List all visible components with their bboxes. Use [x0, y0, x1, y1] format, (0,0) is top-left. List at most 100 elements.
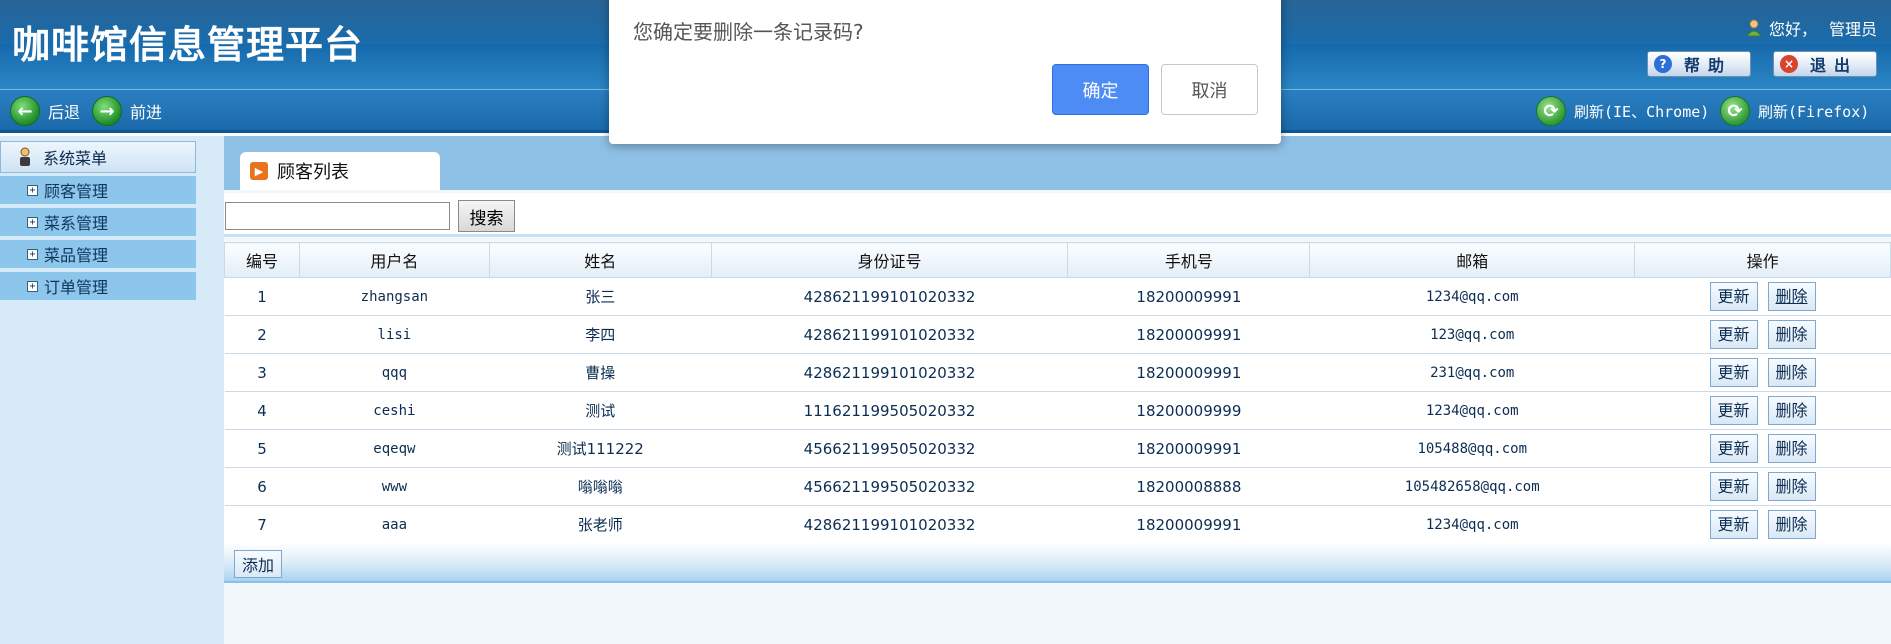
cell-idcard: 428621199101020332 [711, 315, 1068, 354]
table-header-row: 编号 用户名 姓名 身份证号 手机号 邮箱 操作 [224, 242, 1891, 278]
update-button[interactable]: 更新 [1709, 510, 1758, 539]
cell-name: 嗡嗡嗡 [489, 467, 712, 506]
cell-email: 1234@qq.com [1309, 277, 1635, 316]
cell-id: 4 [224, 391, 300, 430]
cell-id: 7 [224, 505, 300, 544]
cell-name: 测试111222 [489, 429, 712, 468]
cell-idcard: 428621199101020332 [711, 277, 1068, 316]
cell-email: 231@qq.com [1309, 353, 1635, 392]
cell-username: www [299, 467, 490, 506]
cell-email: 123@qq.com [1309, 315, 1635, 354]
cell-name: 张三 [489, 277, 712, 316]
refresh-ie-button[interactable]: ⟳ 刷新(IE、Chrome) [1536, 96, 1709, 126]
cell-idcard: 456621199505020332 [711, 467, 1068, 506]
cell-phone: 18200009991 [1067, 505, 1310, 544]
cell-name: 测试 [489, 391, 712, 430]
sidebar: 系统菜单 + 顾客管理 + 菜系管理 + 菜品管理 + 订单管理 [0, 136, 224, 644]
cell-actions: 更新 删除 [1634, 315, 1891, 354]
refresh-firefox-button[interactable]: ⟳ 刷新(Firefox) [1720, 96, 1869, 126]
update-button[interactable]: 更新 [1709, 282, 1758, 311]
refresh-icon: ⟳ [1536, 96, 1566, 126]
cell-phone: 18200009991 [1067, 353, 1310, 392]
close-icon: × [1780, 55, 1798, 73]
delete-button[interactable]: 删除 [1767, 396, 1816, 425]
tab-strip: ▶ 顾客列表 [224, 136, 1891, 190]
cell-idcard: 428621199101020332 [711, 353, 1068, 392]
column-header: 用户名 [298, 242, 490, 278]
forward-label: 前进 [130, 103, 163, 122]
cell-username: eqeqw [299, 429, 490, 468]
help-label: 帮助 [1684, 56, 1733, 75]
back-label: 后退 [48, 103, 81, 122]
cell-actions: 更新 删除 [1634, 505, 1891, 544]
logout-button[interactable]: × 退出 [1773, 51, 1877, 77]
back-button[interactable]: ← 后退 [10, 96, 80, 126]
app-window: 咖啡馆信息管理平台 您好， 管理员 ? 帮助 × 退出 ← 后退 → 前进 ⟳ … [0, 0, 1891, 644]
add-button[interactable]: 添加 [234, 550, 282, 578]
update-button[interactable]: 更新 [1709, 472, 1758, 501]
table-row: 4 ceshi 测试 111621199505020332 1820000999… [224, 391, 1891, 430]
confirm-cancel-button[interactable]: 取消 [1161, 64, 1258, 115]
sidebar-item-dishes[interactable]: + 菜品管理 [0, 240, 196, 270]
cell-name: 张老师 [489, 505, 712, 544]
delete-button[interactable]: 删除 [1767, 282, 1816, 311]
sidebar-item-orders[interactable]: + 订单管理 [0, 272, 196, 302]
delete-label: 删除 [1775, 287, 1808, 306]
header-buttons: ? 帮助 × 退出 [1647, 51, 1877, 77]
sidebar-menu-title[interactable]: 系统菜单 [0, 141, 196, 173]
delete-button[interactable]: 删除 [1767, 320, 1816, 349]
expand-icon: + [27, 216, 38, 228]
cell-username: lisi [299, 315, 490, 354]
cell-name: 李四 [489, 315, 712, 354]
cell-phone: 18200009991 [1067, 315, 1310, 354]
cell-phone: 18200009991 [1067, 429, 1310, 468]
play-icon: ▶ [250, 162, 268, 180]
cell-idcard: 111621199505020332 [711, 391, 1068, 430]
expand-icon: + [27, 280, 38, 292]
update-button[interactable]: 更新 [1709, 396, 1758, 425]
cell-username: qqq [299, 353, 490, 392]
update-button[interactable]: 更新 [1709, 320, 1758, 349]
sidebar-item-customers[interactable]: + 顾客管理 [0, 176, 196, 206]
cell-name: 曹操 [489, 353, 712, 392]
sidebar-item-label: 菜品管理 [44, 246, 109, 265]
cell-id: 1 [224, 277, 300, 316]
refresh-firefox-label: 刷新(Firefox) [1758, 102, 1870, 121]
cell-phone: 18200009999 [1067, 391, 1310, 430]
app-title: 咖啡馆信息管理平台 [12, 23, 364, 67]
cell-idcard: 428621199101020332 [711, 505, 1068, 544]
sidebar-item-label: 菜系管理 [44, 214, 109, 233]
cell-id: 6 [224, 467, 300, 506]
delete-button[interactable]: 删除 [1767, 434, 1816, 463]
delete-button[interactable]: 删除 [1767, 358, 1816, 387]
person-icon [20, 147, 30, 166]
greeting-text: 您好， [1768, 20, 1817, 39]
sidebar-item-label: 订单管理 [44, 278, 109, 297]
delete-button[interactable]: 删除 [1767, 472, 1816, 501]
sidebar-item-cuisines[interactable]: + 菜系管理 [0, 208, 196, 238]
logout-label: 退出 [1810, 56, 1859, 75]
help-icon: ? [1654, 55, 1672, 73]
tab-customer-list[interactable]: ▶ 顾客列表 [240, 152, 440, 190]
cell-username: zhangsan [299, 277, 490, 316]
cell-actions: 更新 删除 [1634, 353, 1891, 392]
dialog-message: 您确定要删除一条记录码? [633, 20, 864, 44]
search-bar: 搜索 [224, 193, 1891, 237]
help-button[interactable]: ? 帮助 [1647, 51, 1751, 77]
search-input[interactable] [225, 202, 450, 230]
sidebar-item-label: 顾客管理 [44, 182, 109, 201]
update-button[interactable]: 更新 [1709, 434, 1758, 463]
confirm-ok-button[interactable]: 确定 [1052, 64, 1149, 115]
cell-email: 105482658@qq.com [1309, 467, 1635, 506]
delete-button[interactable]: 删除 [1767, 510, 1816, 539]
tab-label: 顾客列表 [277, 162, 349, 183]
cell-username: aaa [299, 505, 490, 544]
cell-actions: 更新 删除 [1634, 467, 1891, 506]
search-button[interactable]: 搜索 [458, 200, 515, 232]
customer-table: 编号 用户名 姓名 身份证号 手机号 邮箱 操作 1 zhangsan 张三 4… [224, 242, 1891, 544]
update-button[interactable]: 更新 [1709, 358, 1758, 387]
forward-button[interactable]: → 前进 [92, 96, 162, 126]
confirm-dialog: 您确定要删除一条记录码? 确定 取消 [609, 0, 1281, 144]
cell-email: 1234@qq.com [1309, 391, 1635, 430]
cell-id: 2 [224, 315, 300, 354]
